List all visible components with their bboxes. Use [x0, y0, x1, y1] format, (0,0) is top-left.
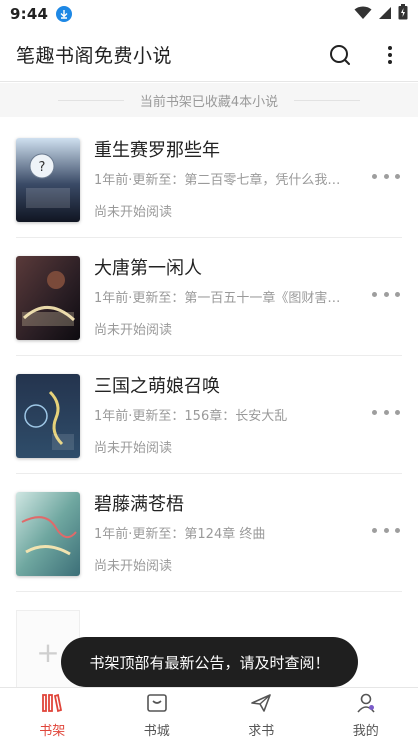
- book-item[interactable]: 碧藤满苍梧 1年前·更新至：第124章 终曲 尚未开始阅读: [16, 474, 402, 592]
- send-icon: [250, 693, 272, 717]
- search-icon[interactable]: [328, 43, 352, 67]
- book-title: 重生赛罗那些年: [94, 140, 220, 161]
- tab-request-book[interactable]: 求书: [209, 688, 314, 743]
- plus-icon: +: [36, 635, 60, 669]
- svg-text:?: ?: [39, 160, 46, 175]
- book-title: 三国之萌娘召唤: [94, 376, 220, 397]
- download-icon: [56, 6, 73, 22]
- tab-label: 求书: [248, 723, 275, 739]
- status-time: 9:44: [10, 5, 49, 23]
- status-bar: 9:44: [0, 0, 418, 28]
- wifi-icon: [354, 5, 372, 24]
- book-cover: [16, 256, 80, 340]
- book-title: 碧藤满苍梧: [94, 494, 184, 515]
- bottom-tab-bar: 书架 书城 求书 我的: [0, 687, 418, 743]
- book-cover: ?: [16, 138, 80, 222]
- bookstore-icon: [146, 693, 168, 717]
- tab-bookstore[interactable]: 书城: [105, 688, 210, 743]
- toast-message: 书架顶部有最新公告，请及时查阅！: [61, 637, 358, 687]
- tab-profile[interactable]: 我的: [314, 688, 418, 743]
- shelf-notice: 当前书架已收藏4本小说: [0, 83, 418, 117]
- tab-bookshelf[interactable]: 书架: [0, 688, 105, 743]
- bookshelf-list: ? 重生赛罗那些年 1年前·更新至：第二百零七章，凭什么我… 尚未开始阅读 大唐…: [0, 120, 418, 592]
- book-read-status: 尚未开始阅读: [94, 559, 173, 574]
- app-title: 笔趣书阁免费小说: [16, 45, 173, 67]
- profile-icon: [355, 693, 377, 717]
- tab-label: 我的: [352, 723, 379, 739]
- app-bar: 笔趣书阁免费小说: [0, 28, 418, 82]
- book-item[interactable]: 三国之萌娘召唤 1年前·更新至：156章：长安大乱 尚未开始阅读: [16, 356, 402, 474]
- divider: [57, 99, 124, 101]
- book-cover: [16, 492, 80, 576]
- book-update: 1年前·更新至：156章：长安大乱: [94, 409, 288, 424]
- book-cover: [16, 374, 80, 458]
- shelf-count-text: 当前书架已收藏4本小说: [139, 94, 279, 110]
- book-more-icon[interactable]: [372, 402, 400, 422]
- book-more-icon[interactable]: [372, 520, 400, 540]
- tab-label: 书城: [143, 723, 170, 739]
- divider: [294, 99, 361, 101]
- book-item[interactable]: ? 重生赛罗那些年 1年前·更新至：第二百零七章，凭什么我… 尚未开始阅读: [16, 120, 402, 238]
- book-update: 1年前·更新至：第二百零七章，凭什么我…: [94, 173, 341, 188]
- book-read-status: 尚未开始阅读: [94, 441, 173, 456]
- book-read-status: 尚未开始阅读: [94, 323, 173, 338]
- book-read-status: 尚未开始阅读: [94, 205, 173, 220]
- book-more-icon[interactable]: [372, 284, 400, 304]
- book-item[interactable]: 大唐第一闲人 1年前·更新至：第一百五十一章《图财害… 尚未开始阅读: [16, 238, 402, 356]
- book-more-icon[interactable]: [372, 166, 400, 186]
- battery-icon: [398, 4, 408, 24]
- more-menu-icon[interactable]: [378, 43, 402, 67]
- signal-icon: [378, 5, 392, 24]
- book-update: 1年前·更新至：第一百五十一章《图财害…: [94, 291, 341, 306]
- bookshelf-icon: [41, 693, 63, 717]
- tab-label: 书架: [39, 723, 66, 739]
- book-title: 大唐第一闲人: [94, 258, 202, 279]
- book-update: 1年前·更新至：第124章 终曲: [94, 527, 266, 542]
